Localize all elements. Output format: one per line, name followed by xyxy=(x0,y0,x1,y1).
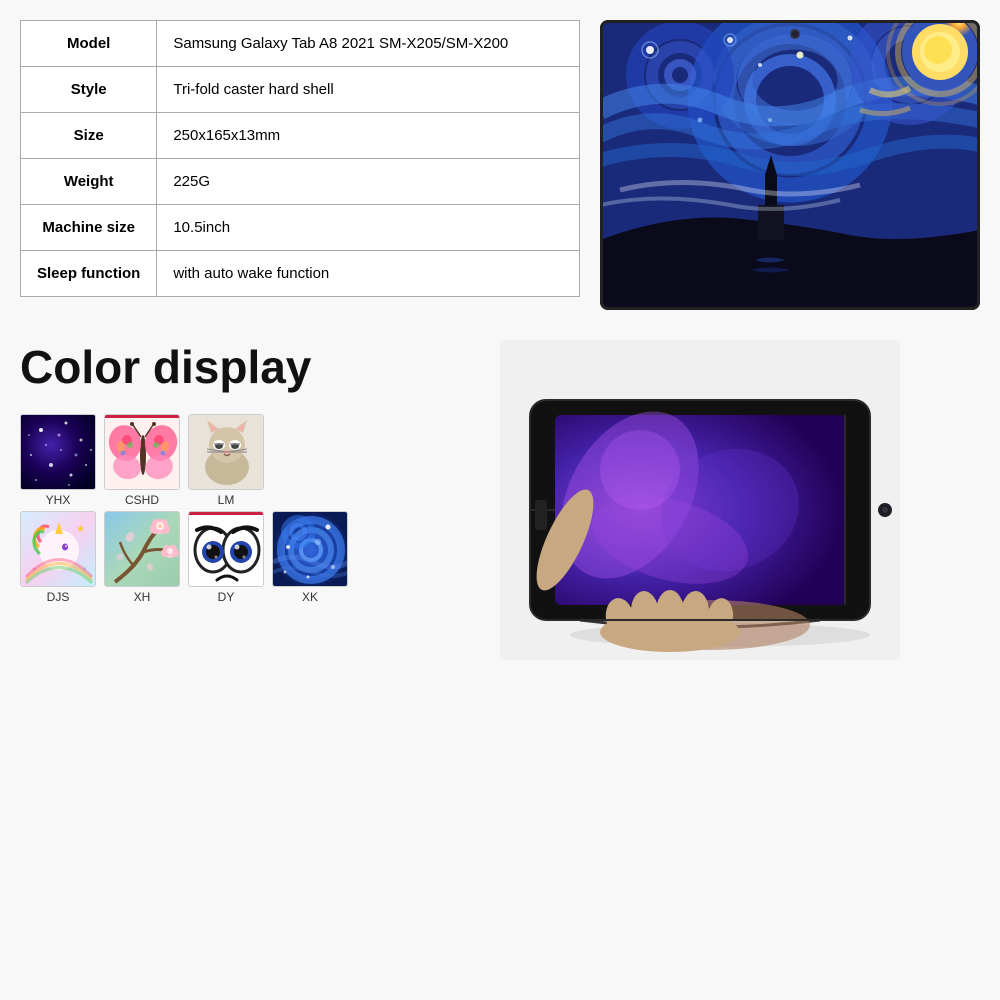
swatch-lm[interactable]: LM xyxy=(188,414,264,507)
landscape-tablet-svg xyxy=(500,340,900,660)
color-display-title: Color display xyxy=(20,340,400,394)
swatch-dy-image xyxy=(188,511,264,587)
swatch-dy-label: DY xyxy=(218,590,235,604)
table-row: Size 250x165x13mm xyxy=(21,113,580,159)
swatches-row-2: ★ ✦ ✦ DJS xyxy=(20,511,400,604)
table-row: Sleep function with auto wake function xyxy=(21,251,580,297)
spec-value: Tri-fold caster hard shell xyxy=(157,67,580,113)
spec-value: 10.5inch xyxy=(157,205,580,251)
swatch-yhx-label: YHX xyxy=(46,493,71,507)
spec-label: Weight xyxy=(21,159,157,205)
product-image xyxy=(600,20,980,310)
table-row: Weight 225G xyxy=(21,159,580,205)
table-row: Machine size 10.5inch xyxy=(21,205,580,251)
spec-label: Machine size xyxy=(21,205,157,251)
starry-night-image xyxy=(600,20,980,310)
spec-value: 225G xyxy=(157,159,580,205)
swatch-xk-image xyxy=(272,511,348,587)
swatch-cshd-label: CSHD xyxy=(125,493,159,507)
spec-value: 250x165x13mm xyxy=(157,113,580,159)
spec-value: Samsung Galaxy Tab A8 2021 SM-X205/SM-X2… xyxy=(157,21,580,67)
swatch-djs-label: DJS xyxy=(47,590,70,604)
swatch-lm-label: LM xyxy=(218,493,235,507)
swatch-xh-image xyxy=(104,511,180,587)
swatches-row-1: YHX xyxy=(20,414,400,507)
swatch-yhx-image xyxy=(20,414,96,490)
swatch-djs-image: ★ ✦ ✦ xyxy=(20,511,96,587)
spec-value: with auto wake function xyxy=(157,251,580,297)
swatch-dy[interactable]: DY xyxy=(188,511,264,604)
table-row: Style Tri-fold caster hard shell xyxy=(21,67,580,113)
swatch-xk[interactable]: XK xyxy=(272,511,348,604)
swatch-yhx[interactable]: YHX xyxy=(20,414,96,507)
bottom-section: Color display xyxy=(20,340,980,660)
spec-label: Model xyxy=(21,21,157,67)
spec-label: Style xyxy=(21,67,157,113)
specs-section: Model Samsung Galaxy Tab A8 2021 SM-X205… xyxy=(20,20,580,310)
spec-label: Sleep function xyxy=(21,251,157,297)
specs-table: Model Samsung Galaxy Tab A8 2021 SM-X205… xyxy=(20,20,580,297)
color-display-section: Color display xyxy=(20,340,400,660)
swatch-cshd-image xyxy=(104,414,180,490)
svg-text:★: ★ xyxy=(76,524,85,535)
swatch-xh-label: XH xyxy=(134,590,151,604)
top-section: Model Samsung Galaxy Tab A8 2021 SM-X205… xyxy=(20,20,980,310)
swatch-lm-image xyxy=(188,414,264,490)
swatch-xh[interactable]: XH xyxy=(104,511,180,604)
product-image-container xyxy=(600,20,980,310)
main-container: Model Samsung Galaxy Tab A8 2021 SM-X205… xyxy=(0,0,1000,1000)
table-row: Model Samsung Galaxy Tab A8 2021 SM-X205… xyxy=(21,21,580,67)
swatch-cshd[interactable]: CSHD xyxy=(104,414,180,507)
spec-label: Size xyxy=(21,113,157,159)
second-tablet-image xyxy=(500,340,900,660)
swatch-xk-label: XK xyxy=(302,590,318,604)
second-image-container xyxy=(420,340,980,660)
swatch-djs[interactable]: ★ ✦ ✦ DJS xyxy=(20,511,96,604)
